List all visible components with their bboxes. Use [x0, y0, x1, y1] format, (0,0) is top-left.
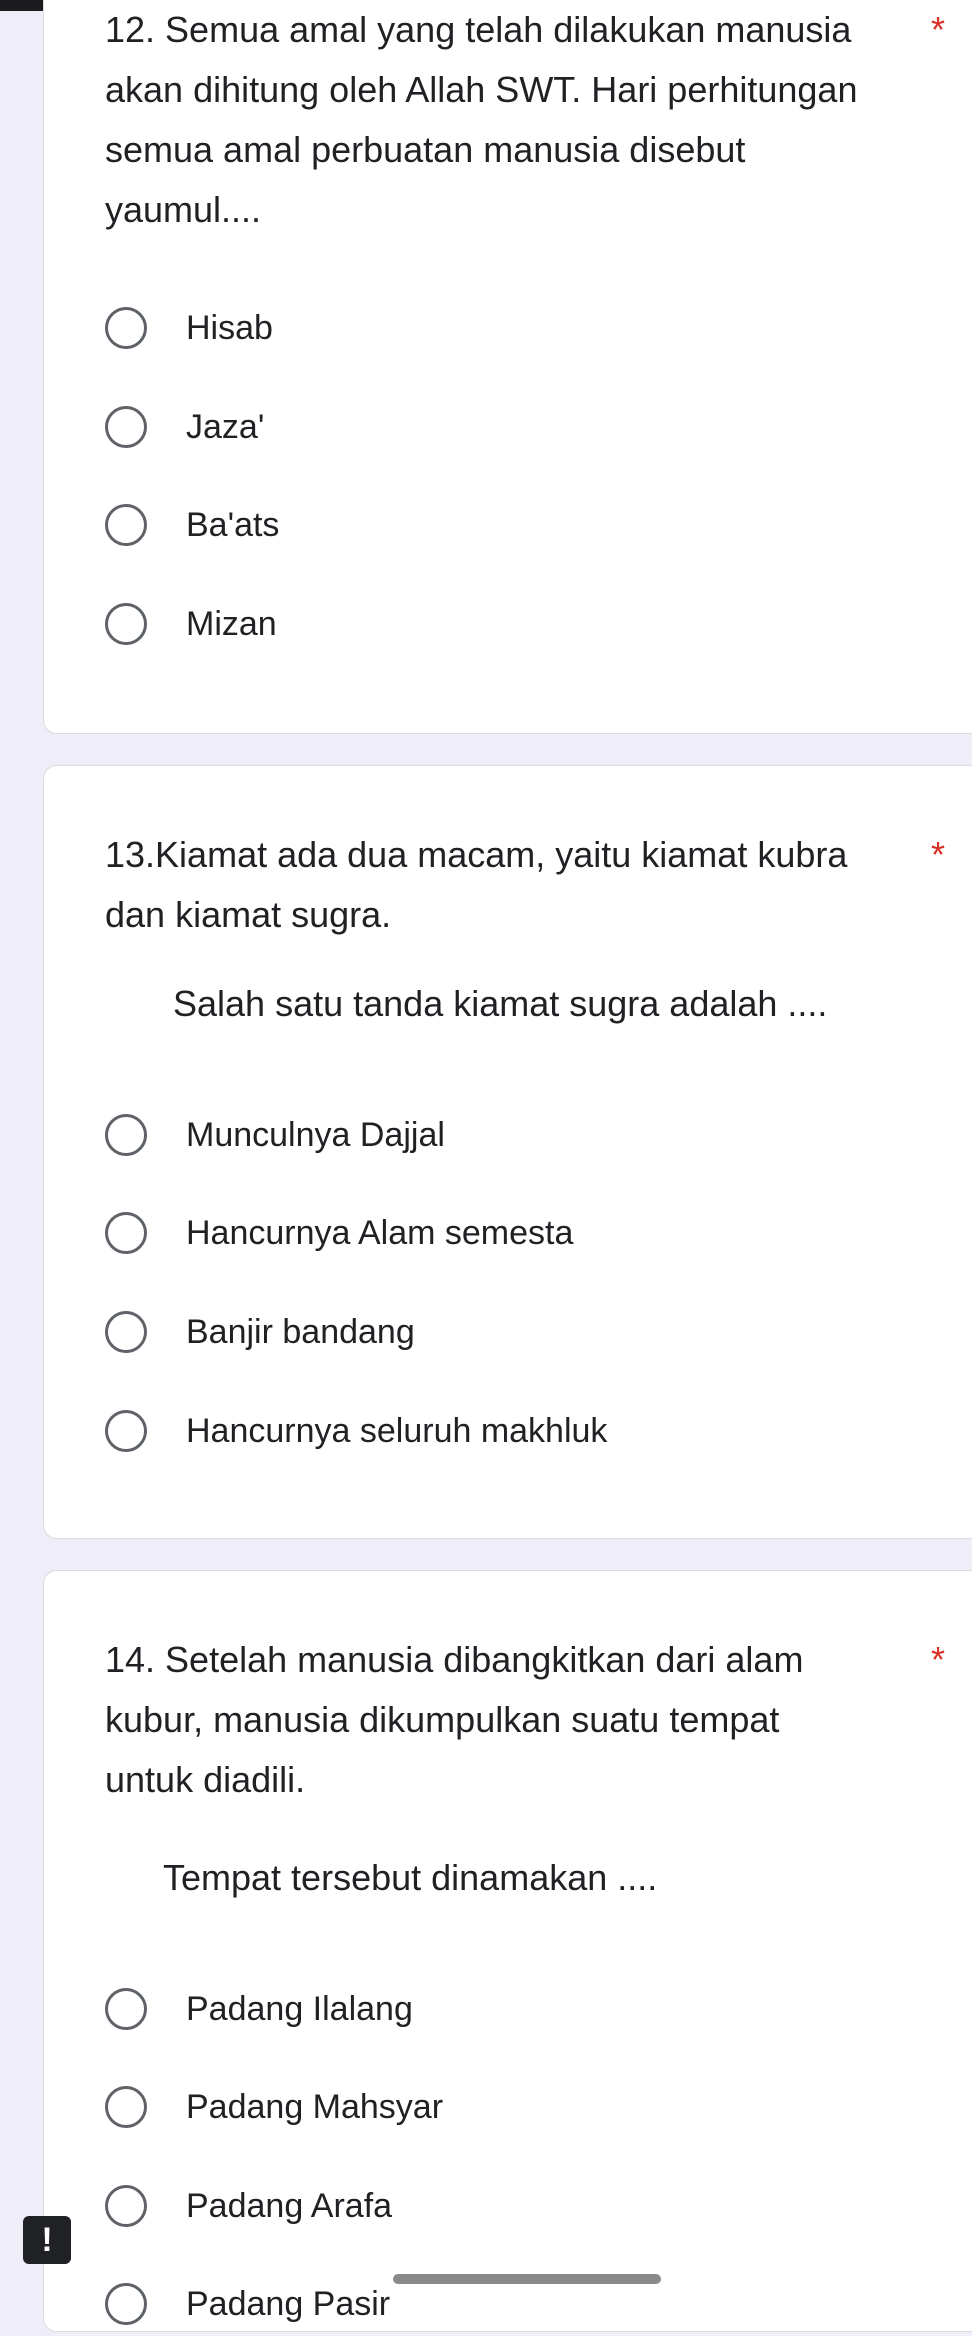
question-line: semua amal perbuatan manusia disebut [105, 129, 746, 170]
question-text: 14. Setelah manusia dibangkitkan dari al… [105, 1630, 925, 1810]
report-problem-button[interactable]: ! [23, 2216, 71, 2264]
option-label: Banjir bandang [186, 1313, 415, 1351]
required-asterisk: * [931, 9, 946, 50]
required-asterisk: * [931, 1639, 946, 1680]
radio-button[interactable] [105, 307, 147, 349]
option-banjir-bandang[interactable]: Banjir bandang [105, 1304, 925, 1364]
option-padang-mahsyar[interactable]: Padang Mahsyar [105, 2079, 925, 2139]
option-label: Padang Mahsyar [186, 2088, 444, 2126]
option-baats[interactable]: Ba'ats [105, 497, 925, 557]
radio-button[interactable] [105, 504, 147, 546]
option-label: Padang Pasir [186, 2285, 391, 2323]
radio-button[interactable] [105, 2185, 147, 2227]
question-line: 12. Semua amal yang telah dilakukan manu… [105, 9, 852, 50]
question-line: yaumul.... [105, 189, 262, 230]
option-munculnya-dajjal[interactable]: Munculnya Dajjal [105, 1107, 925, 1167]
option-label: Ba'ats [186, 506, 280, 544]
option-label: Hisab [186, 309, 273, 347]
question-line: 13.Kiamat ada dua macam, yaitu kiamat ku… [105, 834, 848, 875]
radio-button[interactable] [105, 603, 147, 645]
radio-button[interactable] [105, 2283, 147, 2325]
question-line: 14. Setelah manusia dibangkitkan dari al… [105, 1639, 804, 1680]
question-line: untuk diadili. [105, 1759, 306, 1800]
option-hancurnya-alam-semesta[interactable]: Hancurnya Alam semesta [105, 1205, 925, 1265]
question-card-13: 13.Kiamat ada dua macam, yaitu kiamat ku… [43, 765, 972, 1539]
option-jaza[interactable]: Jaza' [105, 399, 925, 459]
option-label: Munculnya Dajjal [186, 1116, 445, 1154]
radio-button[interactable] [105, 1988, 147, 2030]
option-padang-ilalang[interactable]: Padang Ilalang [105, 1981, 925, 2041]
radio-button[interactable] [105, 1410, 147, 1452]
question-line: akan dihitung oleh Allah SWT. Hari perhi… [105, 69, 858, 110]
radio-button[interactable] [105, 1311, 147, 1353]
radio-button[interactable] [105, 406, 147, 448]
question-subprompt: Tempat tersebut dinamakan .... [163, 1857, 658, 1898]
home-indicator-bar [393, 2274, 661, 2284]
option-label: Padang Arafa [186, 2187, 393, 2225]
radio-button[interactable] [105, 1114, 147, 1156]
question-card-14: 14. Setelah manusia dibangkitkan dari al… [43, 1570, 972, 2332]
option-mizan[interactable]: Mizan [105, 596, 925, 656]
radio-button[interactable] [105, 2086, 147, 2128]
question-line: kubur, manusia dikumpulkan suatu tempat [105, 1699, 780, 1740]
question-text: 12. Semua amal yang telah dilakukan manu… [105, 0, 925, 240]
option-label: Mizan [186, 605, 277, 643]
question-subprompt: Salah satu tanda kiamat sugra adalah ...… [173, 983, 828, 1024]
option-padang-arafa[interactable]: Padang Arafa [105, 2178, 925, 2238]
option-hancurnya-seluruh-makhluk[interactable]: Hancurnya seluruh makhluk [105, 1403, 925, 1463]
option-label: Padang Ilalang [186, 1990, 413, 2028]
option-label: Jaza' [186, 408, 265, 446]
option-label: Hancurnya Alam semesta [186, 1214, 574, 1252]
option-padang-pasir[interactable]: Padang Pasir [105, 2276, 925, 2336]
radio-button[interactable] [105, 1212, 147, 1254]
question-line: dan kiamat sugra. [105, 894, 392, 935]
option-hisab[interactable]: Hisab [105, 300, 925, 360]
question-text: 13.Kiamat ada dua macam, yaitu kiamat ku… [105, 825, 925, 945]
option-label: Hancurnya seluruh makhluk [186, 1412, 608, 1450]
required-asterisk: * [931, 834, 946, 875]
question-card-12: 12. Semua amal yang telah dilakukan manu… [43, 0, 972, 734]
